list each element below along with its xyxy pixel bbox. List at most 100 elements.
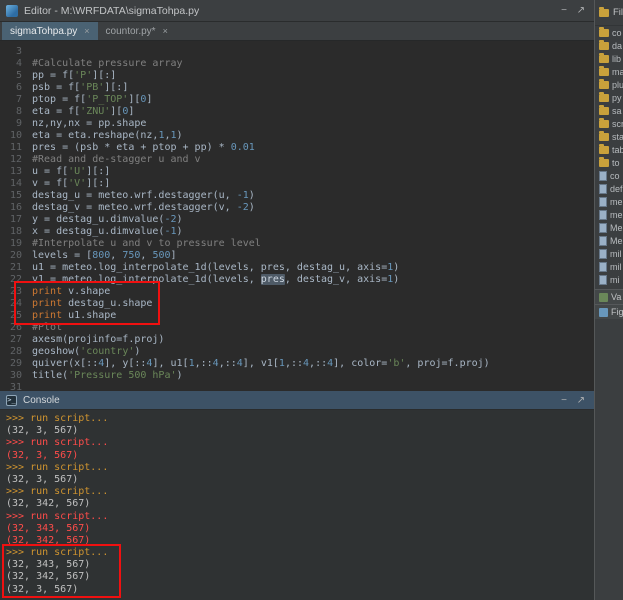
- tab-sigmatohpa-py[interactable]: sigmaTohpa.py×: [2, 22, 98, 40]
- file-tree-item[interactable]: tab: [595, 143, 623, 156]
- code-line[interactable]: 31: [0, 382, 594, 391]
- console-line: (32, 343, 567): [0, 559, 594, 571]
- file-tree-item[interactable]: scr: [595, 117, 623, 130]
- file-icon: [599, 236, 607, 246]
- tab-close-icon[interactable]: ×: [84, 27, 89, 36]
- console-title: Console: [23, 395, 60, 406]
- code-line[interactable]: 22v1 = meteo.log_interpolate_1d(levels, …: [0, 274, 594, 286]
- code-line[interactable]: 3: [0, 46, 594, 58]
- code-line[interactable]: 29quiver(x[::4], y[::4], u1[1,::4,::4], …: [0, 358, 594, 370]
- console-output[interactable]: >>> run script...(32, 3, 567)>>> run scr…: [0, 410, 594, 600]
- file-tree-item[interactable]: def: [595, 182, 623, 195]
- side-section-var[interactable]: Va: [595, 289, 623, 304]
- editor-window-controls: − ↗: [557, 5, 588, 16]
- code-text: eta = eta.reshape(nz,1,1): [32, 130, 183, 142]
- code-line[interactable]: 26#Plot: [0, 322, 594, 334]
- editor-code[interactable]: 34#Calculate pressure array5pp = f['P'][…: [0, 41, 594, 391]
- console-window-controls: − ↗: [557, 395, 588, 406]
- file-tree-item[interactable]: da: [595, 39, 623, 52]
- file-tree-item[interactable]: mil: [595, 260, 623, 273]
- code-text: title('Pressure 500 hPa'): [32, 370, 183, 382]
- side-section-fig[interactable]: Figu: [595, 304, 623, 319]
- file-tree-item[interactable]: ma: [595, 65, 623, 78]
- file-tree-item[interactable]: to: [595, 156, 623, 169]
- code-line[interactable]: 14v = f['V'][:]: [0, 178, 594, 190]
- file-tree-item[interactable]: sa: [595, 104, 623, 117]
- tab-countor-py[interactable]: countor.py*×: [98, 22, 176, 40]
- file-tree-item[interactable]: mi: [595, 273, 623, 286]
- code-line[interactable]: 27axesm(projinfo=f.proj): [0, 334, 594, 346]
- code-line[interactable]: 30title('Pressure 500 hPa'): [0, 370, 594, 382]
- code-line[interactable]: 10eta = eta.reshape(nz,1,1): [0, 130, 594, 142]
- file-tree-item[interactable]: lib: [595, 52, 623, 65]
- code-line[interactable]: 4#Calculate pressure array: [0, 58, 594, 70]
- line-number: 9: [0, 118, 32, 130]
- folder-icon: [599, 29, 609, 37]
- file-tree-item[interactable]: Me: [595, 234, 623, 247]
- file-tree-label: sta: [612, 132, 623, 142]
- code-line[interactable]: 28geoshow('country'): [0, 346, 594, 358]
- code-line[interactable]: 5pp = f['P'][:]: [0, 70, 594, 82]
- file-tree-label: lib: [612, 54, 621, 64]
- file-tree-item[interactable]: py: [595, 91, 623, 104]
- line-number: 25: [0, 310, 32, 322]
- file-tree: codalibmaplupysascrstatabtocodefmemeMeMe…: [595, 26, 623, 286]
- file-tree-item[interactable]: me: [595, 195, 623, 208]
- minimize-icon[interactable]: −: [557, 395, 571, 406]
- code-line[interactable]: 12#Read and de-stagger u and v: [0, 154, 594, 166]
- code-text: psb = f['PB'][:]: [32, 82, 128, 94]
- file-tree-item[interactable]: Me: [595, 221, 623, 234]
- code-line[interactable]: 9nz,ny,nx = pp.shape: [0, 118, 594, 130]
- line-number: 19: [0, 238, 32, 250]
- folder-icon: [599, 120, 609, 128]
- code-line[interactable]: 8eta = f['ZNU'][0]: [0, 106, 594, 118]
- console-line: (32, 3, 567): [0, 425, 594, 437]
- file-tree-label: Me: [610, 236, 623, 246]
- file-explorer-header[interactable]: File: [595, 0, 623, 26]
- line-number: 6: [0, 82, 32, 94]
- code-line[interactable]: 24print destag_u.shape: [0, 298, 594, 310]
- code-line[interactable]: 25print u1.shape: [0, 310, 594, 322]
- line-number: 3: [0, 46, 32, 58]
- file-icon: [599, 223, 607, 233]
- code-line[interactable]: 11pres = (psb * eta + ptop + pp) * 0.01: [0, 142, 594, 154]
- file-tree-label: ma: [612, 67, 623, 77]
- code-line[interactable]: 6psb = f['PB'][:]: [0, 82, 594, 94]
- code-line[interactable]: 21u1 = meteo.log_interpolate_1d(levels, …: [0, 262, 594, 274]
- float-icon[interactable]: ↗: [574, 5, 588, 16]
- console-line: (32, 3, 567): [0, 584, 594, 596]
- file-tree-item[interactable]: sta: [595, 130, 623, 143]
- editor-console-column: Editor - M:\WRFDATA\sigmaTohpa.py − ↗ si…: [0, 0, 594, 600]
- code-line[interactable]: 15destag_u = meteo.wrf.destagger(u, -1): [0, 190, 594, 202]
- file-tree-label: mil: [610, 249, 622, 259]
- file-tree-item[interactable]: plu: [595, 78, 623, 91]
- code-line[interactable]: 13u = f['U'][:]: [0, 166, 594, 178]
- file-tree-item[interactable]: co: [595, 26, 623, 39]
- folder-icon: [599, 94, 609, 102]
- file-icon: [599, 262, 607, 272]
- file-tree-label: mi: [610, 275, 620, 285]
- file-tree-item[interactable]: co: [595, 169, 623, 182]
- code-line[interactable]: 16destag_v = meteo.wrf.destagger(v, -2): [0, 202, 594, 214]
- code-line[interactable]: 20levels = [800, 750, 500]: [0, 250, 594, 262]
- file-tree-item[interactable]: me: [595, 208, 623, 221]
- code-line[interactable]: 7ptop = f['P_TOP'][0]: [0, 94, 594, 106]
- file-tree-label: da: [612, 41, 622, 51]
- folder-icon: [599, 146, 609, 154]
- file-icon: [599, 275, 607, 285]
- code-line[interactable]: 18x = destag_u.dimvalue(-1): [0, 226, 594, 238]
- minimize-icon[interactable]: −: [557, 5, 571, 16]
- line-number: 24: [0, 298, 32, 310]
- code-line[interactable]: 17y = destag_u.dimvalue(-2): [0, 214, 594, 226]
- line-number: 17: [0, 214, 32, 226]
- file-tree-item[interactable]: mil: [595, 247, 623, 260]
- console-line: (32, 3, 567): [0, 450, 594, 462]
- code-text: print v.shape: [32, 286, 110, 298]
- code-line[interactable]: 19#Interpolate u and v to pressure level: [0, 238, 594, 250]
- console-line: (32, 342, 567): [0, 535, 594, 547]
- tab-close-icon[interactable]: ×: [163, 27, 168, 36]
- app-window: Editor - M:\WRFDATA\sigmaTohpa.py − ↗ si…: [0, 0, 623, 600]
- line-number: 14: [0, 178, 32, 190]
- float-icon[interactable]: ↗: [574, 395, 588, 406]
- code-line[interactable]: 23print v.shape: [0, 286, 594, 298]
